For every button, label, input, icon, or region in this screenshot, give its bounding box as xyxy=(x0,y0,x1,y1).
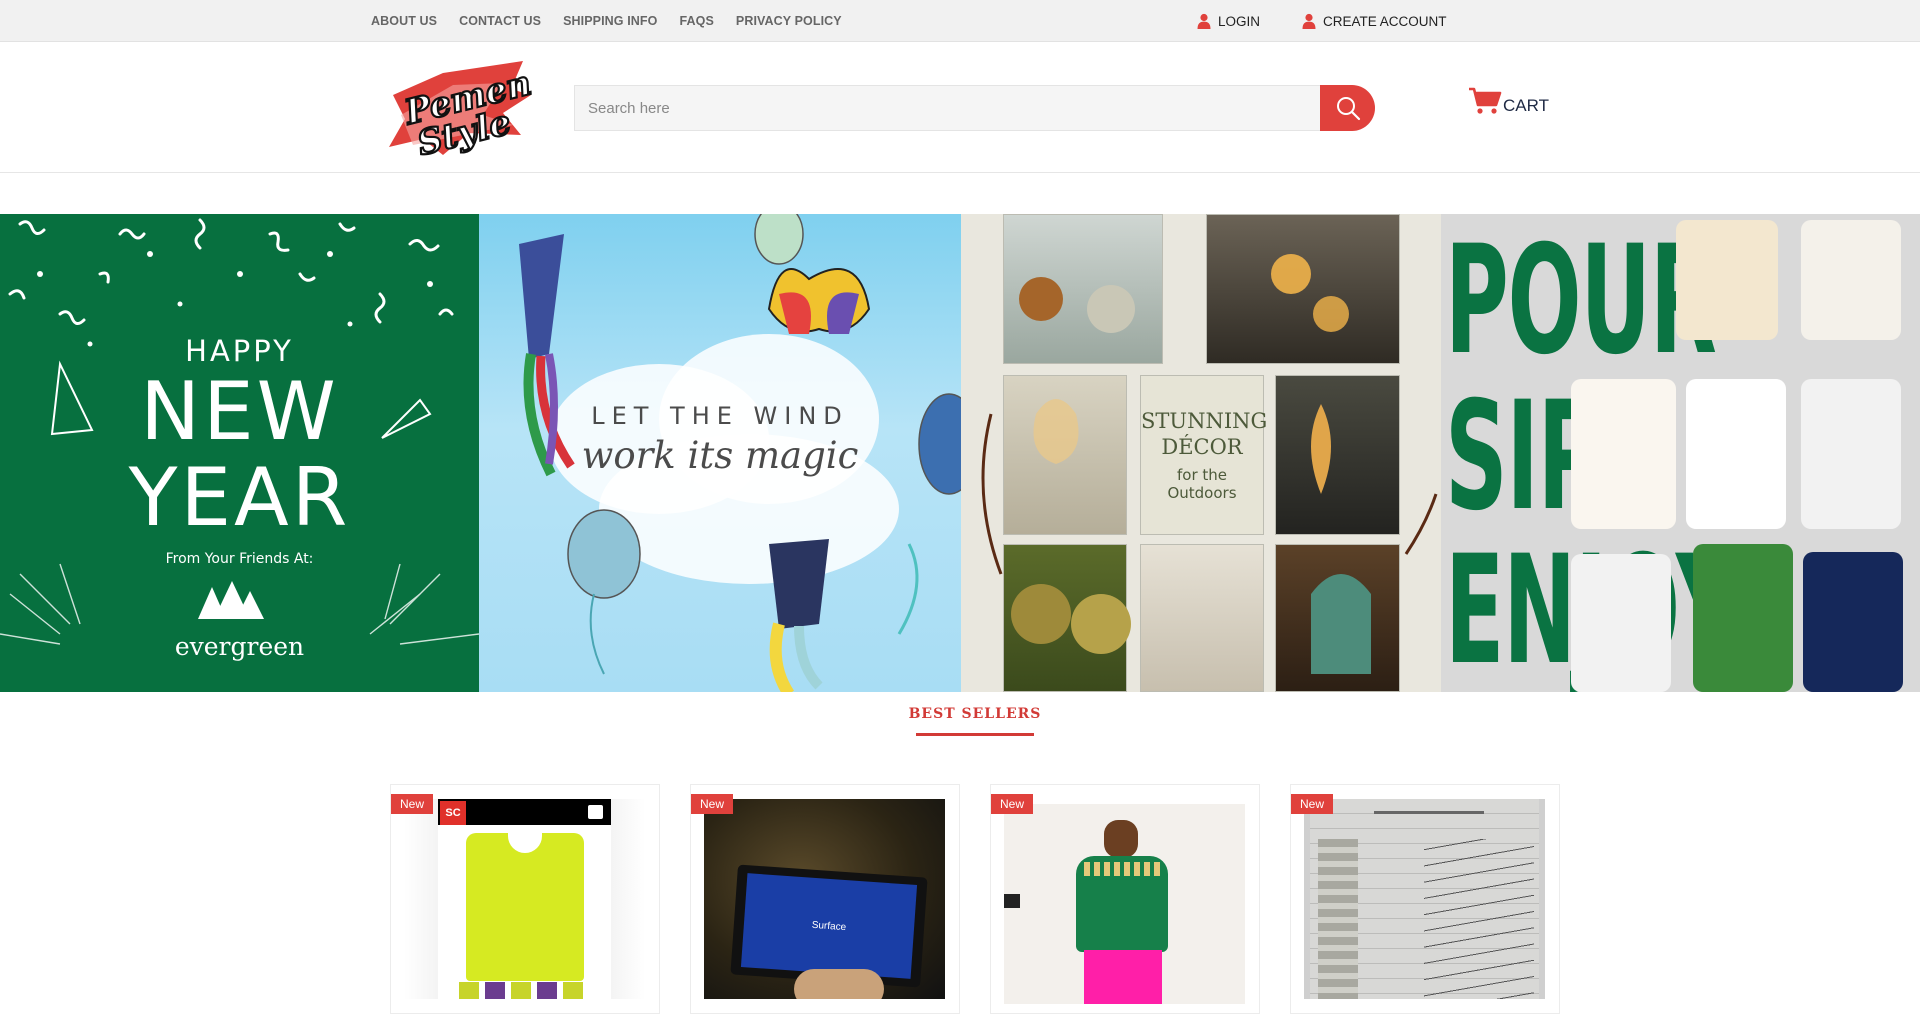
slide-text-let-the-wind: LET THE WIND xyxy=(591,402,849,430)
nav-shipping-info[interactable]: SHIPPING INFO xyxy=(563,14,657,28)
login-label: LOGIN xyxy=(1218,13,1261,29)
title-underline xyxy=(916,733,1034,736)
nav-about-us[interactable]: ABOUT US xyxy=(371,14,437,28)
account-links: LOGIN CREATE ACCOUNT xyxy=(1197,0,1489,42)
product-card[interactable]: New SC xyxy=(390,784,660,1014)
new-badge: New xyxy=(391,794,434,814)
create-account-link[interactable]: CREATE ACCOUNT xyxy=(1302,13,1447,29)
cart-icon xyxy=(1469,87,1502,114)
banner-slide-wind[interactable]: LET THE WIND work its magic xyxy=(479,214,961,692)
product-image-document[interactable] xyxy=(1304,799,1545,999)
search-button[interactable] xyxy=(1320,85,1375,131)
nav-privacy-policy[interactable]: PRIVACY POLICY xyxy=(736,14,842,28)
site-logo[interactable]: Pemen Style xyxy=(383,55,536,165)
logo-graphic: Pemen Style xyxy=(389,61,536,165)
new-badge: New xyxy=(991,794,1034,814)
top-nav: ABOUT US CONTACT US SHIPPING INFO FAQS P… xyxy=(371,0,864,42)
site-header: Pemen Style CART xyxy=(0,42,1920,173)
banner-slide-decor[interactable]: STUNNING DÉCOR for the Outdoors xyxy=(961,214,1441,692)
new-badge: New xyxy=(1291,794,1334,814)
slide-text-work-its-magic: work its magic xyxy=(581,434,859,477)
tablet-screen-text: Surface xyxy=(740,873,918,979)
product-image-yellow-vest[interactable]: SC xyxy=(404,799,645,999)
slide-text-for-outdoors: for the Outdoors xyxy=(1167,466,1237,502)
hero-banner[interactable]: HAPPY NEW YEAR From Your Friends At: eve… xyxy=(0,214,1920,692)
create-account-label: CREATE ACCOUNT xyxy=(1323,13,1447,29)
decor-title-card: STUNNING DÉCOR for the Outdoors xyxy=(1140,375,1268,535)
cart-link[interactable]: CART xyxy=(1468,86,1549,116)
slide-text-from: From Your Friends At: xyxy=(165,551,314,567)
slide-text-brand: evergreen xyxy=(174,632,305,661)
product-card[interactable]: New Surface xyxy=(690,784,960,1014)
nav-contact-us[interactable]: CONTACT US xyxy=(459,14,541,28)
login-link[interactable]: LOGIN xyxy=(1197,13,1260,29)
new-badge: New xyxy=(691,794,734,814)
user-icon xyxy=(1302,13,1316,29)
banner-slide-mugs[interactable]: POUR SIP ENJOY xyxy=(1441,214,1920,692)
slide-text-year: YEAR xyxy=(128,451,351,544)
cart-label: CART xyxy=(1503,96,1549,115)
product-card[interactable]: New xyxy=(990,784,1260,1014)
search-icon xyxy=(1336,97,1360,121)
product-image-surface-tablet[interactable]: Surface xyxy=(704,799,945,999)
slide-text-stunning-decor: STUNNING DÉCOR xyxy=(1141,409,1268,459)
slide-text-happy: HAPPY xyxy=(185,334,294,368)
nav-faqs[interactable]: FAQS xyxy=(679,14,713,28)
user-icon xyxy=(1197,13,1211,29)
product-card[interactable]: New xyxy=(1290,784,1560,1014)
product-image-green-sweater[interactable] xyxy=(1004,804,1245,1004)
slide-text-new: NEW xyxy=(140,365,339,458)
search-input[interactable] xyxy=(574,85,1320,131)
best-sellers-title: BEST SELLERS xyxy=(908,706,1042,722)
search-bar xyxy=(574,85,1375,131)
banner-slide-new-year[interactable]: HAPPY NEW YEAR From Your Friends At: eve… xyxy=(0,214,479,692)
top-utility-bar: ABOUT US CONTACT US SHIPPING INFO FAQS P… xyxy=(0,0,1920,42)
